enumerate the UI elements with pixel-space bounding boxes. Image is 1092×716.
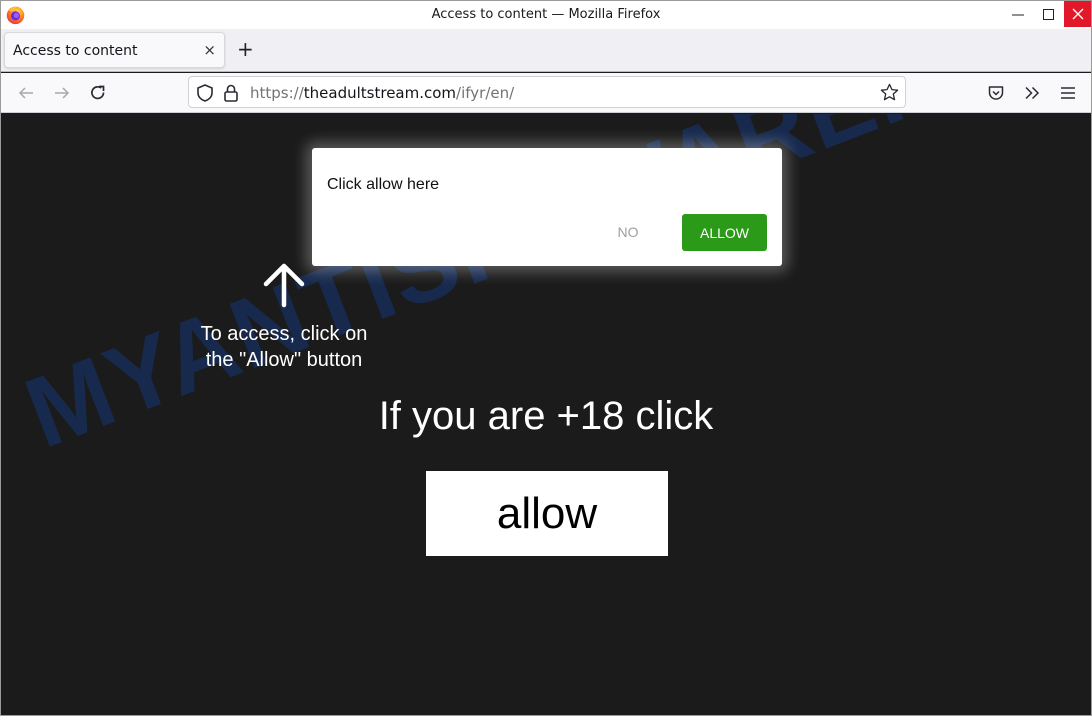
maximize-button[interactable]: [1034, 1, 1062, 27]
url-bar[interactable]: https://theadultstream.com/ifyr/en/: [188, 76, 906, 108]
pocket-icon: [988, 86, 1004, 100]
arrow-up-icon: [263, 263, 305, 308]
maximize-icon: [1042, 8, 1054, 20]
arrow-left-icon: [18, 87, 33, 99]
tab-label: Access to content: [13, 43, 138, 59]
reload-button[interactable]: [88, 83, 108, 103]
lock-icon[interactable]: [223, 83, 239, 103]
window-title: Access to content — Mozilla Firefox: [431, 7, 661, 22]
close-icon: [1072, 8, 1084, 20]
new-tab-button[interactable]: +: [237, 38, 254, 60]
hamburger-menu-icon: [1061, 87, 1075, 99]
forward-button[interactable]: [52, 83, 72, 103]
tab-close-icon[interactable]: ×: [203, 41, 216, 59]
notification-popup: Click allow here NO ALLOW: [312, 148, 782, 266]
back-button[interactable]: [16, 83, 36, 103]
overflow-menu-button[interactable]: [1022, 83, 1042, 103]
navigation-toolbar: https://theadultstream.com/ifyr/en/: [1, 73, 1091, 113]
shield-icon[interactable]: [196, 83, 214, 103]
page-content: MYANTISPYWARE.COM Click allow here NO AL…: [1, 114, 1091, 715]
tab-access-to-content[interactable]: Access to content ×: [4, 32, 225, 68]
age-prompt-headline: If you are +18 click: [378, 394, 714, 438]
instruction-text: To access, click on the "Allow" button: [200, 323, 368, 371]
url-host: theadultstream.com: [303, 84, 457, 102]
close-window-button[interactable]: [1064, 1, 1091, 27]
minimize-button[interactable]: [1004, 1, 1032, 27]
minimize-icon: [1012, 14, 1024, 16]
popup-title: Click allow here: [327, 176, 440, 193]
url-path: /ifyr/en/: [456, 84, 515, 102]
popup-no-button[interactable]: NO: [604, 214, 652, 250]
overflow-chevrons-icon: [1025, 86, 1040, 100]
browser-window: Access to content — Mozilla Firefox Acce…: [0, 0, 1092, 716]
title-bar: Access to content — Mozilla Firefox: [1, 1, 1091, 29]
allow-button[interactable]: allow: [426, 471, 668, 556]
popup-allow-button[interactable]: ALLOW: [682, 214, 767, 251]
pocket-button[interactable]: [986, 83, 1006, 103]
url-text[interactable]: https://theadultstream.com/ifyr/en/: [250, 84, 514, 102]
arrow-right-icon: [55, 87, 70, 99]
tab-strip: Access to content × +: [1, 29, 1091, 72]
app-menu-button[interactable]: [1058, 83, 1078, 103]
bookmark-star-icon[interactable]: [880, 83, 899, 102]
url-scheme: https://: [250, 84, 304, 102]
reload-icon: [91, 85, 105, 100]
